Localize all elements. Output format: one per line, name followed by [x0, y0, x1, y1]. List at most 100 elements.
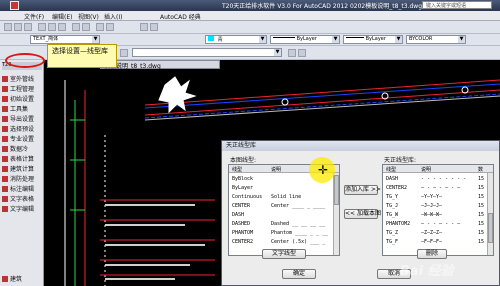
- menu-insert[interactable]: 插入(I): [104, 12, 122, 21]
- side-menu-item-label: 文字表格: [10, 196, 35, 203]
- side-menu-item[interactable]: 导出设置: [2, 114, 34, 123]
- side-menu-item[interactable]: 建筑: [2, 274, 22, 283]
- menu-item-icon: [2, 106, 8, 112]
- row-desc: - - - - - - - -: [421, 176, 467, 182]
- table-row[interactable]: Continuous Solid line: [229, 193, 339, 201]
- column-header-desc[interactable]: 说明: [421, 166, 431, 173]
- table-row[interactable]: CENTER2 Center (.5x) ___ _: [229, 238, 339, 246]
- pan-icon[interactable]: [96, 23, 104, 31]
- ok-button[interactable]: 确定: [282, 269, 316, 279]
- plotstyle-combo[interactable]: BYCOLOR ▼: [406, 35, 466, 44]
- column-header-name[interactable]: 线型: [386, 166, 396, 173]
- menu-file[interactable]: 文件(F): [24, 12, 44, 21]
- add-to-library-button[interactable]: 添加入库 >>: [344, 185, 381, 195]
- watermark: Bai 经验: [400, 264, 454, 279]
- menu-item-icon: [2, 146, 8, 152]
- linetype-sample: [273, 37, 295, 38]
- color-combo[interactable]: 青 ▼: [205, 35, 267, 44]
- side-menu-item[interactable]: 工具集: [2, 104, 28, 113]
- table-row[interactable]: CENTER Center ____ _ ____: [229, 202, 339, 210]
- workspace-selector[interactable]: AutoCAD 经典: [160, 12, 201, 21]
- side-menu-item[interactable]: 标注编辑: [2, 184, 34, 193]
- print-icon[interactable]: [38, 23, 46, 31]
- design-center-icon[interactable]: [150, 23, 158, 31]
- table-row[interactable]: TG_F —F—F—F— 15: [383, 238, 493, 246]
- table-row[interactable]: TG_Y —Y—Y—Y— 15: [383, 193, 493, 201]
- layer-previous-icon[interactable]: [298, 49, 306, 57]
- delete-button[interactable]: 删除: [417, 249, 447, 259]
- menu-edit[interactable]: 编辑(E): [52, 12, 72, 21]
- side-menu-item-label: 导出设置: [10, 116, 35, 123]
- table-row[interactable]: DASHED Dashed __ __ __ __: [229, 220, 339, 228]
- layer-combo[interactable]: ▼: [132, 48, 282, 57]
- row-name: TG_Y: [386, 194, 399, 200]
- open-icon[interactable]: [14, 23, 22, 31]
- local-list-scrollbar[interactable]: [333, 173, 339, 255]
- side-menu-item[interactable]: 文字表格: [2, 194, 34, 203]
- text-block: [105, 204, 195, 206]
- table-row[interactable]: DASH - - - - - - - - 15: [383, 175, 493, 183]
- autocad-app-icon[interactable]: [10, 1, 19, 10]
- table-row[interactable]: ByLayer: [229, 184, 339, 192]
- manhole-symbol: [281, 98, 289, 106]
- zoom-icon[interactable]: [106, 23, 114, 31]
- text-style-combo[interactable]: TEXT_简体 ▼: [30, 35, 100, 44]
- text-linetype-button[interactable]: 文字线型: [262, 249, 306, 259]
- scrollbar-thumb[interactable]: [334, 175, 339, 205]
- row-name: ByBlock: [232, 176, 254, 182]
- row-desc: —F—F—F—: [421, 239, 443, 245]
- column-header-name[interactable]: 线型: [232, 166, 242, 173]
- lineweight-combo[interactable]: ByLayer ▼: [343, 35, 403, 44]
- redo-icon[interactable]: [82, 23, 90, 31]
- side-menu-item[interactable]: 工程管理: [2, 84, 34, 93]
- properties-icon[interactable]: [140, 23, 148, 31]
- row-desc: Dashed __ __ __ __: [271, 221, 326, 227]
- side-menu-item-label: 建筑: [10, 276, 23, 283]
- document-tab[interactable]: 模板说明_t8_t3.dwg: [100, 60, 220, 70]
- row-count: 15: [478, 185, 485, 191]
- menu-view[interactable]: 视图(V): [78, 12, 99, 21]
- table-row[interactable]: PHANTOM2 — - - — - - — 15: [383, 220, 493, 228]
- side-menu-item[interactable]: 专业设置: [2, 134, 34, 143]
- side-menu-item[interactable]: 表格计算: [2, 154, 34, 163]
- side-menu-item[interactable]: 数据冷: [2, 144, 28, 153]
- side-menu-item[interactable]: 文字编辑: [2, 204, 34, 213]
- instruction-callout: 选择设置—线型库: [47, 44, 117, 68]
- linetype-combo[interactable]: ByLayer ▼: [270, 35, 340, 44]
- help-search-input[interactable]: 键入关键字或短语: [422, 1, 492, 9]
- row-count: 15: [478, 176, 485, 182]
- table-row[interactable]: TG_J —J—J—J— 15: [383, 202, 493, 210]
- boundary-line: [144, 79, 500, 106]
- load-to-drawing-button[interactable]: << 加载本图: [344, 209, 381, 219]
- cut-icon[interactable]: [48, 23, 56, 31]
- make-current-icon[interactable]: [288, 49, 296, 57]
- menu-item-icon: [2, 96, 8, 102]
- save-icon[interactable]: [24, 23, 32, 31]
- menu-item-icon: [2, 206, 8, 212]
- new-icon[interactable]: [4, 23, 12, 31]
- menu-item-icon: [2, 116, 8, 122]
- library-linetype-list[interactable]: 线型 说明 数 DASH - - - - - - - - 15 CENTER2 — -…: [382, 164, 494, 256]
- side-menu-item[interactable]: 消防处理: [2, 174, 34, 183]
- pipe-line: [144, 83, 500, 109]
- layer-manager-icon[interactable]: [120, 49, 128, 57]
- side-menu-item[interactable]: 室外管线: [2, 74, 34, 83]
- table-row[interactable]: TG_W —W—W—W— 15: [383, 211, 493, 219]
- side-menu-item[interactable]: 选择预设: [2, 124, 34, 133]
- table-row[interactable]: CENTER2 — - — - — - — 15: [383, 184, 493, 192]
- row-desc: —Y—Y—Y—: [421, 194, 443, 200]
- text-block: [105, 244, 205, 246]
- side-menu-item[interactable]: 初始设置: [2, 94, 34, 103]
- table-row[interactable]: PHANTOM Phantom ____ _ _ __: [229, 229, 339, 237]
- column-header-count[interactable]: 数: [478, 166, 483, 173]
- copy-icon[interactable]: [58, 23, 66, 31]
- boundary-line: [144, 89, 500, 116]
- plotstyle-value: BYCOLOR: [409, 36, 433, 42]
- table-row[interactable]: DASH: [229, 211, 339, 219]
- scrollbar-thumb[interactable]: [488, 213, 493, 243]
- column-header-desc[interactable]: 说明: [271, 166, 281, 173]
- side-menu-item[interactable]: 建筑计算: [2, 164, 34, 173]
- undo-icon[interactable]: [72, 23, 80, 31]
- table-row[interactable]: TG_Z —Z—Z—Z— 15: [383, 229, 493, 237]
- library-list-scrollbar[interactable]: [487, 173, 493, 255]
